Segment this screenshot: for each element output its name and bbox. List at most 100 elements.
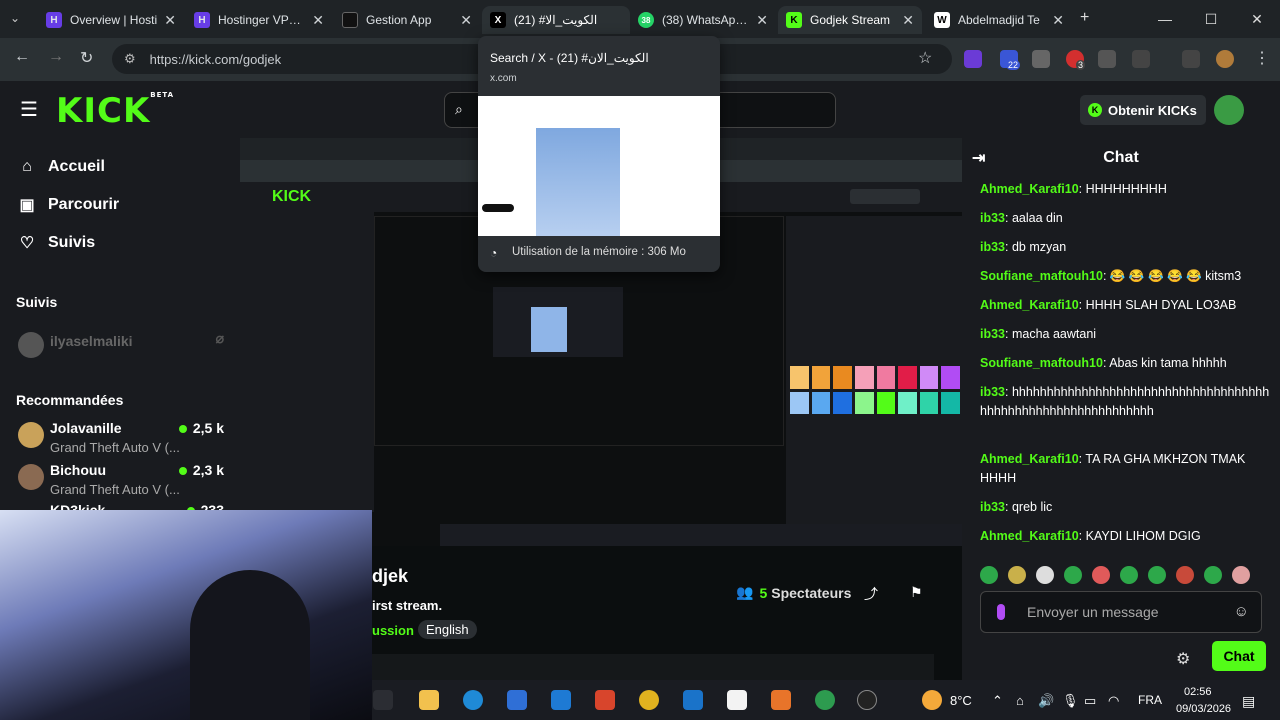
emote-icon[interactable] — [1092, 566, 1110, 584]
emoji-icon[interactable]: ☺ — [1234, 603, 1249, 620]
tab-gestion-app[interactable]: Gestion App ✕ — [334, 6, 480, 34]
emote-icon[interactable] — [1176, 566, 1194, 584]
chat-input[interactable]: Envoyer un message ☺ — [980, 591, 1262, 633]
stream-category[interactable]: ussion — [372, 623, 414, 638]
hostinger-icon: H — [46, 12, 62, 28]
obs-icon[interactable] — [857, 690, 877, 710]
tab-label: Hostinger VPS W — [218, 13, 307, 27]
app-icon[interactable] — [595, 690, 615, 710]
reload-icon[interactable]: ↻ — [80, 48, 93, 68]
kick-logo[interactable]: KICKBETA — [56, 91, 174, 131]
close-icon[interactable]: ✕ — [164, 12, 176, 29]
weather-text: 8°C — [950, 693, 972, 708]
extension-icon[interactable] — [964, 50, 982, 68]
emote-icon[interactable] — [980, 566, 998, 584]
send-chat-button[interactable]: Chat — [1212, 641, 1266, 671]
emote-icon[interactable] — [1120, 566, 1138, 584]
store-icon[interactable] — [507, 690, 527, 710]
chrome-icon[interactable] — [639, 690, 659, 710]
tab-wikipedia[interactable]: W Abdelmadjid Te ✕ — [926, 6, 1072, 34]
recommended-item[interactable]: KD3kick 233 — [18, 502, 228, 510]
emote-icon[interactable] — [1064, 566, 1082, 584]
collapse-chat-icon[interactable]: ⇥ — [972, 148, 985, 168]
extension-badge: 3 — [1076, 60, 1086, 70]
tab-label: الكويت_الا# (21) — [514, 13, 598, 27]
reading-list-icon[interactable] — [1182, 50, 1200, 68]
tray-chevron-icon[interactable]: ⌃ — [992, 693, 1003, 709]
chrome-icon[interactable] — [815, 690, 835, 710]
sidebar-item-browse[interactable]: ▣ Parcourir — [18, 195, 119, 215]
menu-dots-icon[interactable]: ⋮ — [1254, 48, 1270, 68]
chat-message: ib33: aalaa din — [980, 211, 1063, 225]
stream-tag[interactable]: English — [418, 620, 477, 639]
emote-icon[interactable] — [1008, 566, 1026, 584]
close-icon[interactable]: ✕ — [460, 12, 472, 29]
close-icon[interactable]: ✕ — [756, 12, 768, 29]
emote-icon[interactable] — [1148, 566, 1166, 584]
close-icon[interactable]: ✕ — [902, 12, 914, 29]
wifi-icon[interactable]: ◠ — [1108, 693, 1119, 709]
stream-divider — [372, 654, 934, 680]
clock-date[interactable]: 09/03/2026 — [1176, 703, 1231, 715]
bookmark-star-icon[interactable]: ☆ — [918, 48, 932, 68]
edge-icon[interactable] — [463, 690, 483, 710]
task-view-icon[interactable] — [373, 690, 393, 710]
avatar[interactable] — [1214, 95, 1244, 125]
chat-title: Chat — [1103, 149, 1139, 166]
sidebar-item-home[interactable]: ⌂ Accueil — [18, 158, 105, 176]
mic-icon[interactable] — [997, 604, 1005, 620]
avatar[interactable] — [1216, 50, 1234, 68]
recommended-item[interactable]: Jolavanille Grand Theft Auto V (... 2,5 … — [18, 420, 228, 460]
maximize-icon[interactable]: ☐ — [1188, 11, 1234, 28]
outlook-icon[interactable] — [551, 690, 571, 710]
sublime-icon[interactable] — [771, 690, 791, 710]
window-close-icon[interactable]: ✕ — [1234, 11, 1280, 28]
chat-message: ib33: hhhhhhhhhhhhhhhhhhhhhhhhhhhhhhhhhh… — [980, 385, 1270, 418]
share-icon[interactable]: ⤴ — [864, 584, 878, 604]
minimize-icon[interactable]: — — [1142, 11, 1188, 27]
file-explorer-icon[interactable] — [419, 690, 439, 710]
get-kicks-button[interactable]: K Obtenir KICKs — [1080, 95, 1206, 125]
notification-icon[interactable]: ▤ — [1242, 693, 1255, 710]
language-indicator[interactable]: FRA — [1138, 693, 1162, 707]
close-icon[interactable]: ✕ — [1052, 12, 1064, 29]
site-info-icon[interactable]: ⚙ — [124, 51, 136, 67]
weather-icon[interactable] — [922, 690, 942, 710]
camera-extension-icon[interactable] — [1032, 50, 1050, 68]
recommended-item[interactable]: Bichouu Grand Theft Auto V (... 2,3 k — [18, 462, 228, 502]
channel-name[interactable]: djek — [372, 566, 408, 587]
puzzle-icon[interactable] — [1132, 50, 1150, 68]
tab-x-search[interactable]: X الكويت_الا# (21) — [482, 6, 630, 34]
new-tab-icon[interactable]: + — [1080, 9, 1089, 27]
following-item[interactable]: ilyaselmaliki ⌀ — [18, 330, 228, 370]
follow-user-icon[interactable]: ⚑ — [910, 584, 923, 601]
chat-message: ib33: macha aawtani — [980, 327, 1097, 341]
url-text: https://kick.com/godjek — [149, 51, 282, 67]
emote-icon[interactable] — [1036, 566, 1054, 584]
display-icon[interactable]: ▭ — [1084, 693, 1096, 709]
tab-preview-thumbnail — [478, 96, 720, 236]
hamburger-icon[interactable]: ☰ — [20, 97, 38, 122]
vscode-icon[interactable] — [683, 690, 703, 710]
pdf-icon[interactable] — [727, 690, 747, 710]
extension-icon[interactable] — [1098, 50, 1116, 68]
tab-overview-hostinger[interactable]: H Overview | Hosti ✕ — [38, 6, 184, 34]
close-icon[interactable]: ✕ — [312, 12, 324, 29]
browser-tab-strip: ⌄ H Overview | Hosti ✕ H Hostinger VPS W… — [0, 0, 1280, 38]
network-icon[interactable]: ⌂ — [1016, 693, 1024, 708]
clock-time[interactable]: 02:56 — [1184, 686, 1212, 698]
mic-tray-icon[interactable]: 🎙 — [1062, 693, 1079, 709]
gear-icon[interactable]: ⚙ — [1176, 649, 1190, 669]
tab-hostinger-vps[interactable]: H Hostinger VPS W ✕ — [186, 6, 332, 34]
emote-icon[interactable] — [1204, 566, 1222, 584]
back-icon[interactable]: ← — [14, 48, 30, 66]
volume-icon[interactable]: 🔊 — [1038, 693, 1054, 709]
sidebar-item-following[interactable]: ♡ Suivis — [18, 233, 95, 253]
tab-whatsapp[interactable]: 38 (38) WhatsApp E ✕ — [630, 6, 776, 34]
tab-search-icon[interactable]: ⌄ — [10, 11, 20, 25]
chat-message: ib33: db mzyan — [980, 240, 1067, 254]
emote-icon[interactable] — [1232, 566, 1250, 584]
tab-godjek-stream[interactable]: K Godjek Stream ✕ — [778, 6, 922, 34]
x-icon: X — [490, 12, 506, 28]
forward-icon[interactable]: → — [48, 48, 64, 66]
